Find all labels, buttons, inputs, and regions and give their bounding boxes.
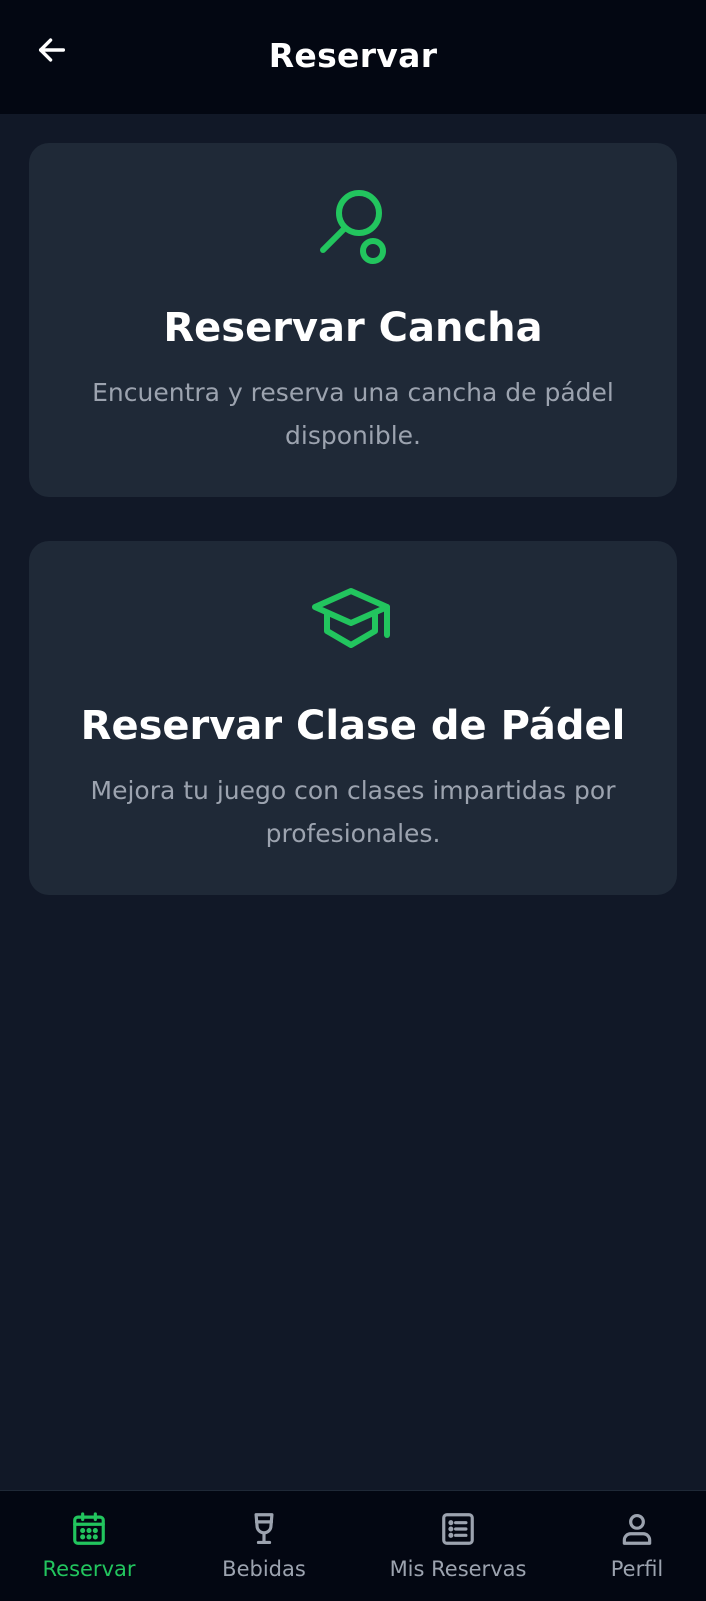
calendar-icon bbox=[73, 1512, 105, 1545]
nav-label: Bebidas bbox=[222, 1557, 306, 1581]
nav-item-bebidas[interactable]: Bebidas bbox=[196, 1491, 332, 1601]
nav-label: Reservar bbox=[42, 1557, 136, 1581]
card-description: Mejora tu juego con clases impartidas po… bbox=[90, 776, 616, 848]
nav-item-reservar[interactable]: Reservar bbox=[22, 1491, 156, 1601]
card-title: Reservar Clase de Pádel bbox=[80, 703, 626, 749]
nav-label: Mis Reservas bbox=[389, 1557, 527, 1581]
nav-label: Perfil bbox=[610, 1557, 664, 1581]
nav-icon-container bbox=[244, 1509, 284, 1549]
nav-icon-container bbox=[438, 1509, 478, 1549]
card-title: Reservar Cancha bbox=[163, 305, 543, 351]
list-icon bbox=[442, 1513, 474, 1545]
user-icon bbox=[622, 1513, 652, 1545]
reservar-cancha-card[interactable]: Reservar Cancha Encuentra y reserva una … bbox=[29, 143, 677, 497]
card-icon-container bbox=[29, 187, 677, 279]
reservar-clase-card[interactable]: Reservar Clase de Pádel Mejora tu juego … bbox=[29, 541, 677, 895]
graduation-cap-icon bbox=[312, 588, 390, 648]
nav-item-perfil[interactable]: Perfil bbox=[584, 1491, 690, 1601]
wine-glass-icon bbox=[254, 1513, 274, 1545]
card-description: Encuentra y reserva una cancha de pádel … bbox=[92, 378, 614, 450]
padel-racket-icon bbox=[320, 190, 386, 264]
nav-icon-container bbox=[69, 1509, 109, 1549]
bottom-nav: Reservar Bebidas Mis Reservas Perfil bbox=[0, 1490, 706, 1601]
nav-icon-container bbox=[617, 1509, 657, 1549]
nav-item-mis-reservas[interactable]: Mis Reservas bbox=[372, 1491, 544, 1601]
card-icon-container bbox=[29, 585, 677, 677]
page-title: Reservar bbox=[268, 36, 438, 75]
app-bar: Reservar bbox=[0, 0, 706, 114]
